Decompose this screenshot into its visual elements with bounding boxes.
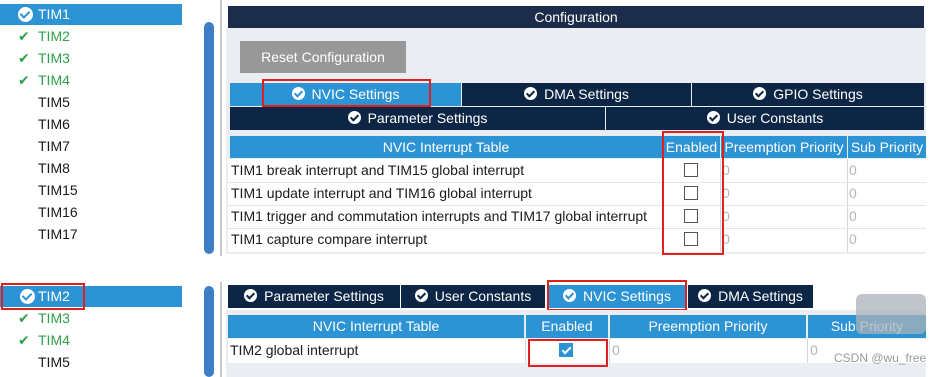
header-interrupt-table: NVIC Interrupt Table [230, 136, 662, 158]
list-item-tim16[interactable]: TIM16 [0, 202, 182, 223]
sub-priority-field[interactable]: 0 [810, 342, 818, 358]
list-item-tim4[interactable]: ✔ TIM4 [0, 70, 182, 91]
preemption-field[interactable]: 0 [612, 342, 620, 358]
scrollbar[interactable] [204, 22, 214, 254]
tab-parameter-settings[interactable]: Parameter Settings [228, 285, 400, 308]
list-item-tim3[interactable]: ✔ TIM3 [0, 308, 182, 329]
reset-configuration-button[interactable]: Reset Configuration [240, 41, 406, 73]
list-item-tim2[interactable]: ✔ TIM2 [0, 26, 182, 47]
check-circle-icon [414, 289, 428, 302]
checkmark-icon: ✔ [18, 72, 30, 88]
column-divider [609, 339, 610, 363]
table-row-name: TIM2 global interrupt [230, 342, 359, 358]
checkmark-icon: ✔ [18, 332, 30, 348]
tab-parameter-settings[interactable]: Parameter Settings [230, 107, 605, 130]
tab-gpio-settings[interactable]: GPIO Settings [692, 83, 924, 106]
checkmark-icon: ✔ [18, 28, 30, 44]
sub-priority-field[interactable]: 0 [849, 208, 857, 224]
checked-circle-icon [18, 7, 33, 22]
tab-user-constants[interactable]: User Constants [401, 285, 545, 308]
config-title: Configuration [228, 6, 924, 28]
tab-dma-settings[interactable]: DMA Settings [688, 285, 813, 308]
list-item-tim5[interactable]: TIM5 [0, 352, 182, 373]
checkmark-icon: ✔ [18, 50, 30, 66]
header-preemption-priority: Preemption Priority [721, 136, 847, 158]
list-item-tim3[interactable]: ✔ TIM3 [0, 48, 182, 69]
table-row-name: TIM1 break interrupt and TIM15 global in… [231, 162, 525, 178]
tab-dma-settings[interactable]: DMA Settings [462, 83, 691, 106]
check-circle-icon [524, 87, 538, 100]
divider [220, 0, 222, 256]
chat-bubble-icon [856, 294, 926, 334]
divider [220, 282, 222, 377]
list-item-tim6[interactable]: TIM6 [0, 114, 182, 135]
sub-priority-field[interactable]: 0 [849, 185, 857, 201]
column-divider [807, 339, 808, 363]
list-item-tim7[interactable]: TIM7 [0, 136, 182, 157]
list-item-tim4[interactable]: ✔ TIM4 [0, 330, 182, 351]
checkmark-icon: ✔ [18, 310, 30, 326]
row-divider [228, 182, 926, 183]
list-item-tim8[interactable]: TIM8 [0, 158, 182, 179]
header-interrupt-table: NVIC Interrupt Table [228, 315, 524, 338]
check-circle-icon [706, 111, 720, 124]
highlight-box [547, 280, 687, 311]
tab-user-constants[interactable]: User Constants [606, 107, 924, 130]
list-item-tim5[interactable]: TIM5 [0, 92, 182, 113]
table-row-name: TIM1 update interrupt and TIM16 global i… [231, 185, 532, 201]
list-item-tim15[interactable]: TIM15 [0, 180, 182, 201]
check-circle-icon [753, 87, 767, 100]
highlight-box [262, 79, 431, 107]
check-circle-icon [347, 111, 361, 124]
watermark: CSDN @wu_free [834, 351, 927, 365]
highlight-box [662, 131, 724, 255]
sub-priority-field[interactable]: 0 [849, 162, 857, 178]
header-preemption-priority: Preemption Priority [610, 315, 806, 338]
list-item-tim1[interactable]: TIM1 [0, 4, 182, 25]
row-divider [228, 228, 926, 229]
header-sub-priority: Sub Priority [848, 136, 926, 158]
table-row-name: TIM1 trigger and commutation interrupts … [231, 208, 648, 224]
highlight-box [528, 339, 608, 367]
sub-priority-field[interactable]: 0 [849, 231, 857, 247]
list-item-tim17[interactable]: TIM17 [0, 224, 182, 245]
row-divider [228, 205, 926, 206]
table-row-name: TIM1 capture compare interrupt [231, 231, 428, 247]
column-divider [525, 339, 526, 363]
highlight-box [1, 283, 85, 310]
header-enabled: Enabled [526, 315, 608, 338]
check-circle-icon [698, 289, 712, 302]
scrollbar[interactable] [204, 286, 214, 377]
check-circle-icon [244, 289, 258, 302]
